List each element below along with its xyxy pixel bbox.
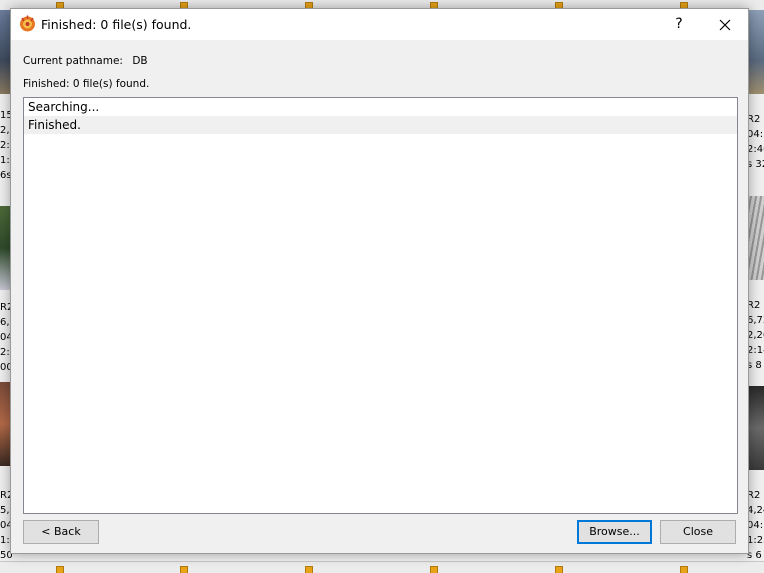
log-line: Finished. xyxy=(24,116,737,134)
pathname-value: DB xyxy=(132,55,148,67)
help-button[interactable]: ? xyxy=(656,9,702,40)
folder-icon xyxy=(555,566,563,573)
log-line: Searching... xyxy=(28,100,100,114)
folder-icon xyxy=(56,566,64,573)
title-bar[interactable]: Finished: 0 file(s) found. ? xyxy=(11,9,748,40)
close-button[interactable]: Close xyxy=(660,520,736,544)
current-pathname-row: Current pathname: DB xyxy=(23,55,148,67)
thumbnail-image xyxy=(747,10,764,94)
search-results-dialog: Finished: 0 file(s) found. ? Current pat… xyxy=(10,8,749,554)
thumbnail-caption: R204:2:40s 32 xyxy=(747,114,764,170)
status-text: Finished: 0 file(s) found. xyxy=(23,78,150,90)
folder-icon xyxy=(180,566,188,573)
background-status-strip xyxy=(0,561,764,573)
pathname-label: Current pathname: xyxy=(23,55,123,67)
thumbnail-caption: R26,732,262:14s 8 xyxy=(747,300,764,371)
folder-icon xyxy=(305,566,313,573)
close-icon[interactable] xyxy=(702,9,748,40)
thumbnail-image xyxy=(747,196,764,280)
dialog-title: Finished: 0 file(s) found. xyxy=(41,17,192,32)
folder-icon xyxy=(680,566,688,573)
back-button[interactable]: < Back xyxy=(23,520,99,544)
thumbnail-image xyxy=(747,386,764,470)
folder-icon xyxy=(430,566,438,573)
app-logo-icon xyxy=(19,15,36,32)
thumbnail-caption: R24,2404:1:25s 6 xyxy=(747,490,764,561)
browse-button[interactable]: Browse... xyxy=(577,520,652,544)
search-log-list[interactable]: Searching... Finished. xyxy=(23,97,738,514)
background-thumbnail-column-right: R204:2:40s 32 R26,732,262:14s 8 R24,2404… xyxy=(747,10,764,561)
